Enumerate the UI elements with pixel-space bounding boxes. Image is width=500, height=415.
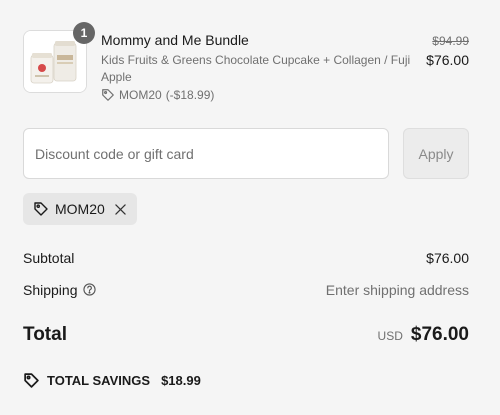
apply-button[interactable]: Apply [403, 128, 469, 179]
savings-value: $18.99 [161, 373, 201, 388]
shipping-value: Enter shipping address [325, 281, 469, 298]
shipping-row: Shipping Enter shipping address [23, 281, 469, 298]
total-savings: TOTAL SAVINGS $18.99 [23, 372, 201, 389]
shipping-label-group: Shipping [23, 282, 96, 298]
subtotal-value: $76.00 [426, 249, 469, 266]
close-icon[interactable] [115, 202, 127, 216]
total-amount-group: USD $76.00 [378, 324, 469, 346]
savings-label: TOTAL SAVINGS [47, 373, 151, 388]
subtotal-label: Subtotal [23, 249, 75, 266]
total-label: Total [23, 324, 67, 345]
line-item-discount: MOM20 (-$18.99) [101, 88, 214, 102]
product-variant: Kids Fruits & Greens Chocolate Cupcake +… [101, 53, 411, 84]
tag-icon [33, 201, 49, 217]
subtotal-row: Subtotal $76.00 [23, 249, 469, 266]
shipping-label: Shipping [23, 281, 78, 298]
discount-code-input[interactable] [23, 128, 389, 179]
applied-discount-chip: MOM20 [23, 193, 137, 225]
line-item: 1 Mommy and Me Bundle Kids Fruits & Gree… [23, 22, 469, 106]
quantity-badge: 1 [73, 22, 95, 44]
currency-code: USD [377, 329, 403, 343]
compare-at-price: $94.99 [432, 34, 469, 48]
line-item-discount-amount: (-$18.99) [165, 88, 215, 102]
line-item-price: $76.00 [426, 52, 469, 68]
tag-icon [23, 372, 40, 389]
help-circle-icon[interactable] [82, 283, 96, 296]
line-item-discount-code: MOM20 [119, 88, 162, 102]
product-title: Mommy and Me Bundle [101, 32, 249, 48]
tag-icon [101, 88, 115, 102]
total-value: $76.00 [410, 324, 469, 345]
applied-discount-code: MOM20 [55, 201, 105, 217]
total-row: Total USD $76.00 [23, 322, 469, 348]
